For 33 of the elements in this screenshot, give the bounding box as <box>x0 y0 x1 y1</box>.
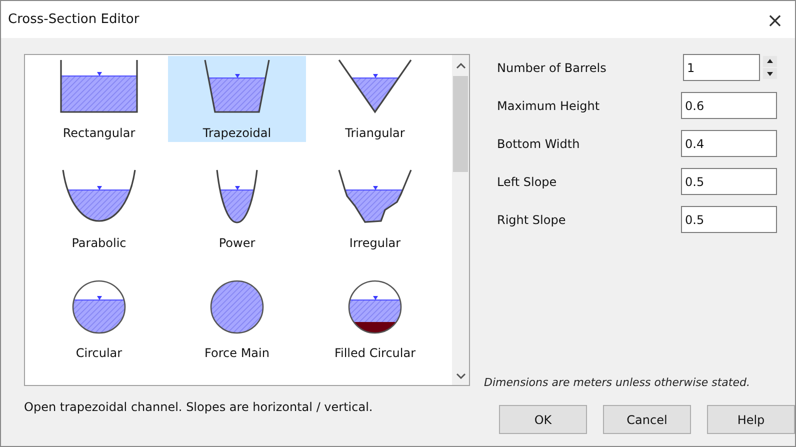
field-label: Maximum Height <box>497 98 600 112</box>
scroll-down-icon[interactable] <box>456 373 466 379</box>
shape-option[interactable]: Filled Circular <box>306 276 444 362</box>
field-label: Left Slope <box>497 174 557 188</box>
close-button[interactable]: × <box>755 4 795 34</box>
field-label: Number of Barrels <box>497 60 606 74</box>
shape-option[interactable]: Rectangular <box>30 56 168 142</box>
input-field[interactable]: 0.4 <box>681 130 777 157</box>
input-field[interactable]: 0.5 <box>681 206 777 233</box>
shape-option[interactable]: Triangular <box>306 56 444 142</box>
description-text: Open trapezoidal channel. Slopes are horizontal / vertical. <box>24 400 374 414</box>
barrels-spinner-field[interactable]: 1 <box>683 54 760 81</box>
input-field[interactable]: 0.6 <box>681 92 777 119</box>
scroll-thumb[interactable] <box>453 76 468 172</box>
shape-option[interactable]: Circular <box>30 276 168 362</box>
field-label: Bottom Width <box>497 136 580 150</box>
dialog-button[interactable]: Help <box>707 405 795 434</box>
field-label: Right Slope <box>497 212 566 226</box>
shape-option[interactable]: Force Main <box>168 276 306 362</box>
units-note: Dimensions are meters unless otherwise stated. <box>484 376 751 389</box>
shape-option[interactable]: Trapezoidal <box>168 56 306 142</box>
input-field[interactable]: 0.5 <box>681 168 777 195</box>
channel-section-icon <box>59 58 139 116</box>
shape-option[interactable]: Parabolic <box>30 166 168 252</box>
spin-down-icon[interactable] <box>763 68 777 79</box>
scrollbar[interactable] <box>452 55 469 385</box>
spin-up-icon[interactable] <box>763 56 777 67</box>
shape-option[interactable]: Power <box>168 166 306 252</box>
window-title: Cross-Section Editor <box>8 12 140 27</box>
shape-option[interactable]: Irregular <box>306 166 444 252</box>
dialog-button[interactable]: OK <box>499 405 587 434</box>
dialog-button[interactable]: Cancel <box>603 405 691 434</box>
scroll-up-icon[interactable] <box>456 63 466 69</box>
